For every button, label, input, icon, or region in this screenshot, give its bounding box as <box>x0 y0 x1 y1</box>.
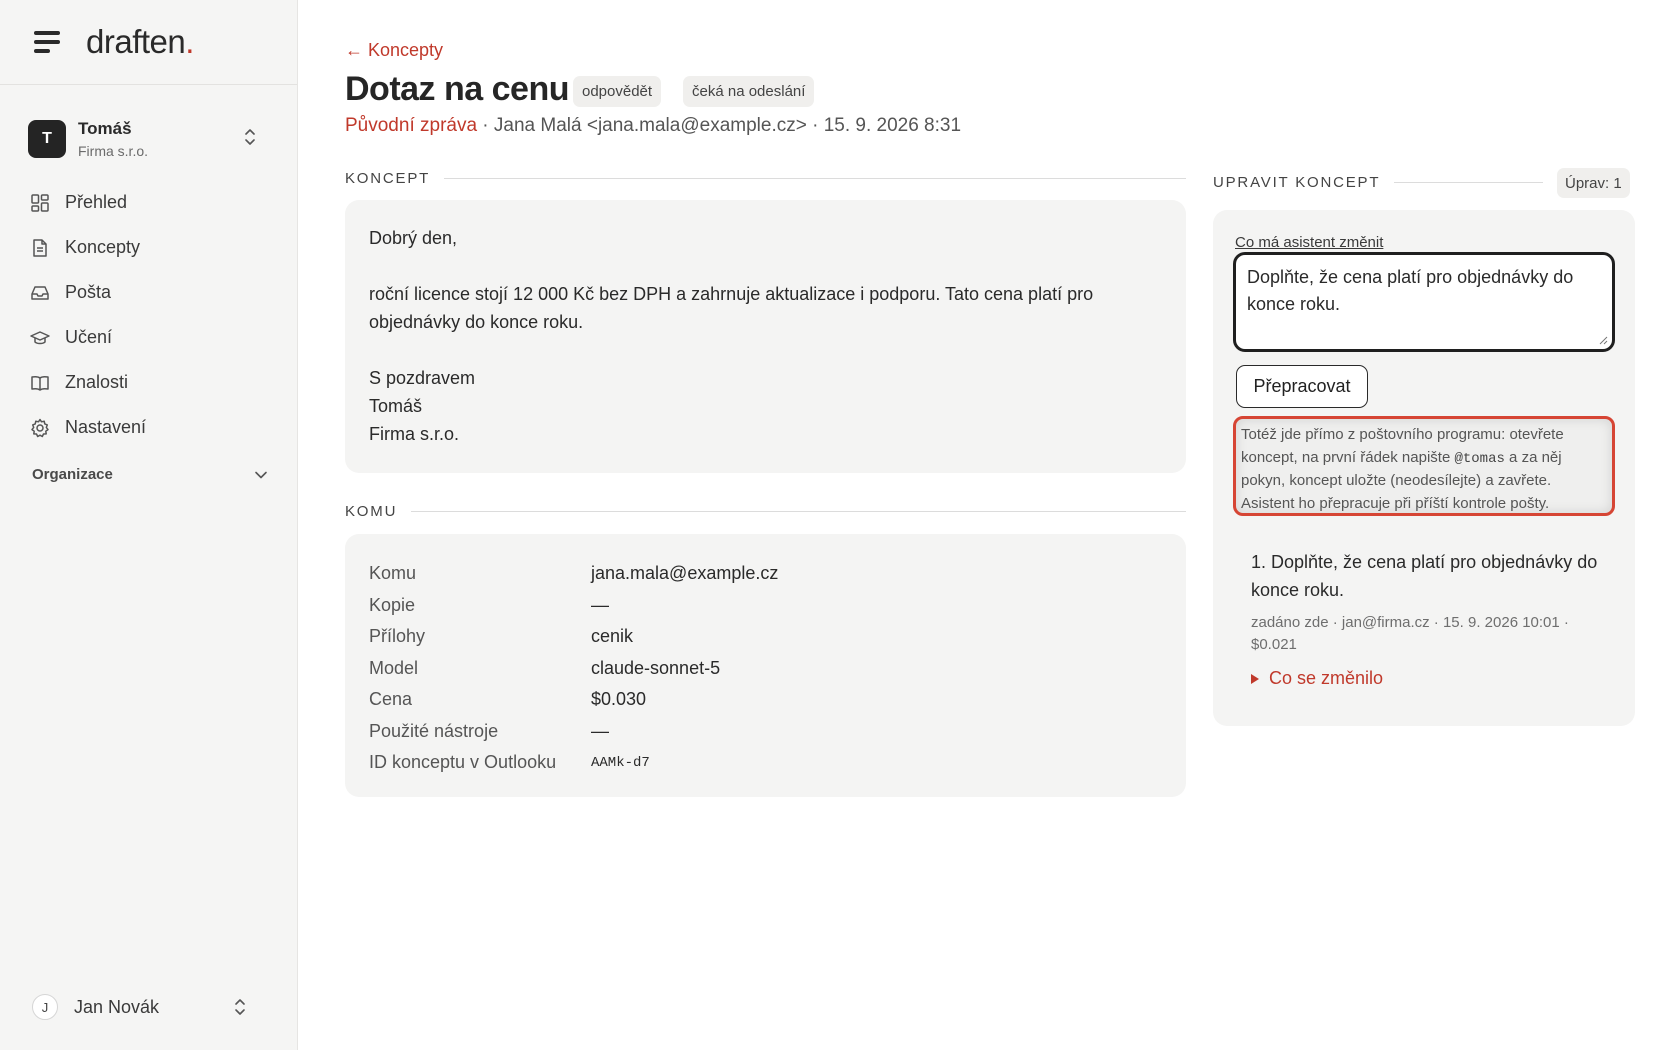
sidebar-item-label: Znalosti <box>65 372 129 392</box>
detail-row: Použité nástroje — <box>369 716 1162 748</box>
what-changed-toggle[interactable]: Co se změnilo <box>1251 668 1611 689</box>
menu-icon[interactable] <box>34 31 60 53</box>
detail-key: Cena <box>369 689 413 710</box>
caret-right-icon <box>1251 673 1259 684</box>
detail-value: — <box>591 594 609 615</box>
sidebar-item-uceni[interactable]: Učení <box>30 315 276 360</box>
back-link[interactable]: ← Koncepty <box>345 40 443 61</box>
edit-section-label: UPRAVIT KONCEPT <box>1213 174 1381 191</box>
status-badge: odpovědět <box>573 76 662 107</box>
message-meta-text: · Jana Malá <jana.mala@example.cz> · 15.… <box>477 115 962 136</box>
instruction-label: Co má asistent změnit <box>1235 234 1384 251</box>
document-icon <box>33 238 47 257</box>
sidebar-item-posta[interactable]: Pošta <box>30 270 276 315</box>
detail-row: Kopie — <box>369 590 1162 622</box>
account-switcher[interactable]: T Tomáš Firma s.r.o. <box>28 116 274 162</box>
revision-history-item: 1. Doplňte, že cena platí pro objednávky… <box>1251 548 1611 689</box>
detail-key: Použité nástroje <box>369 720 499 741</box>
account-avatar: T <box>28 120 66 158</box>
mention-code: @tomas <box>1454 450 1505 467</box>
detail-value: cenik <box>591 626 634 647</box>
detail-row: Přílohy cenik <box>369 621 1162 653</box>
organizations-label: Organizace <box>32 466 113 483</box>
organizations-toggle[interactable]: Organizace <box>32 466 268 483</box>
komu-section-label: KOMU <box>345 503 398 520</box>
edit-count-badge: Úprav: 1 <box>1557 168 1630 198</box>
original-message-link[interactable]: Původní zpráva <box>345 115 477 136</box>
detail-key: Kopie <box>369 594 416 615</box>
detail-value: $0.030 <box>591 689 647 710</box>
brand-bar: draften. <box>0 0 297 85</box>
draft-section-label: KONCEPT <box>345 170 431 187</box>
detail-key: Komu <box>369 563 417 584</box>
sidebar-item-prehled[interactable]: Přehled <box>30 180 276 225</box>
page-title: Dotaz na cenu <box>345 70 569 108</box>
sidebar-item-label: Přehled <box>65 192 128 212</box>
sidebar-nav: Přehled Koncepty Pošta Učení Znalosti Na… <box>30 180 276 450</box>
user-menu[interactable]: J Jan Novák <box>32 992 268 1022</box>
detail-value: jana.mala@example.cz <box>591 563 779 584</box>
what-changed-label: Co se změnilo <box>1269 668 1384 688</box>
detail-value: — <box>591 720 609 741</box>
detail-key: Přílohy <box>369 626 426 647</box>
sidebar-item-label: Koncepty <box>65 237 141 257</box>
draft-line: Firma s.r.o. <box>369 424 460 444</box>
edit-panel: Co má asistent změnit Doplňte, že cena p… <box>1213 210 1635 726</box>
draft-section-header: KONCEPT <box>345 170 1186 187</box>
instruction-textarea[interactable]: Doplňte, že cena platí pro objednávky do… <box>1233 252 1615 352</box>
detail-row: ID konceptu v Outlooku AAMk-d7 <box>369 747 1162 779</box>
rework-button[interactable]: Přepracovat <box>1236 365 1368 408</box>
revision-title: 1. Doplňte, že cena platí pro objednávky… <box>1251 552 1598 600</box>
message-meta: Původní zpráva · Jana Malá <jana.mala@ex… <box>345 115 961 137</box>
instruction-text: Doplňte, že cena platí pro objednávky do… <box>1247 267 1574 314</box>
draft-line: Tomáš <box>369 396 423 416</box>
draft-body: Dobrý den, roční licence stojí 12 000 Kč… <box>345 200 1186 473</box>
sidebar-item-label: Pošta <box>65 282 112 302</box>
recipient-details: Komu jana.mala@example.cz Kopie — Přílohy c… <box>345 534 1186 797</box>
edit-section-header: UPRAVIT KONCEPT <box>1213 174 1543 191</box>
detail-key: ID konceptu v Outlooku <box>369 752 557 773</box>
user-avatar: J <box>32 994 58 1020</box>
sidebar: draften. T Tomáš Firma s.r.o. Přehled Ko… <box>0 0 298 1050</box>
sidebar-item-nastaveni[interactable]: Nastavení <box>30 405 276 450</box>
account-org: Firma s.r.o. <box>78 143 149 159</box>
inbox-icon <box>31 285 49 300</box>
graduation-cap-icon <box>30 330 50 344</box>
draft-line: roční licence stojí 12 000 Kč bez DPH a … <box>369 284 1094 332</box>
detail-row: Komu jana.mala@example.cz <box>369 558 1162 590</box>
detail-row: Cena $0.030 <box>369 684 1162 716</box>
book-icon <box>31 375 49 391</box>
logo[interactable]: draften. <box>86 23 194 61</box>
draft-line: S pozdravem <box>369 368 476 388</box>
sidebar-item-znalosti[interactable]: Znalosti <box>30 360 276 405</box>
sidebar-item-label: Nastavení <box>65 417 147 437</box>
resize-handle-icon[interactable] <box>1599 336 1608 345</box>
mail-client-hint: Totéž jde přímo z poštovního programu: o… <box>1233 416 1615 516</box>
sidebar-item-koncepty[interactable]: Koncepty <box>30 225 276 270</box>
draft-line: Dobrý den, <box>369 228 458 248</box>
chevron-down-icon <box>255 471 267 478</box>
revision-meta: zadáno zde · jan@firma.cz · 15. 9. 2026 … <box>1251 614 1569 653</box>
sidebar-item-label: Učení <box>65 327 113 347</box>
detail-value: AAMk-d7 <box>591 754 650 771</box>
detail-row: Model claude-sonnet-5 <box>369 653 1162 685</box>
account-name: Tomáš <box>78 119 132 138</box>
komu-section-header: KOMU <box>345 503 1186 520</box>
detail-key: Model <box>369 657 419 678</box>
status-badge: čeká na odeslání <box>683 76 815 107</box>
gear-icon <box>31 418 49 437</box>
dashboard-icon <box>31 193 49 212</box>
chevron-updown-icon <box>245 129 255 145</box>
detail-value: claude-sonnet-5 <box>591 657 721 678</box>
chevron-updown-icon <box>235 999 245 1015</box>
user-name: Jan Novák <box>74 996 160 1017</box>
